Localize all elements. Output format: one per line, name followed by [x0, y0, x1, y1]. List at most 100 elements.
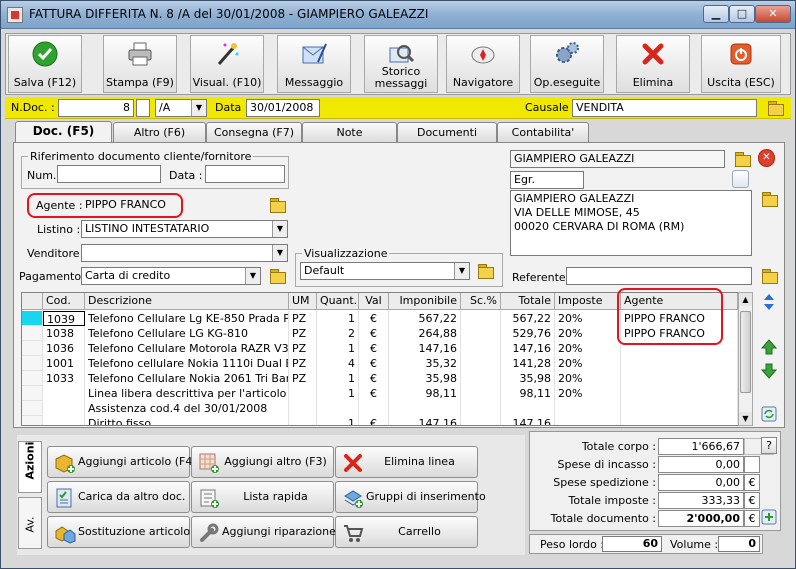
operations-done-button[interactable]: Op.eseguite — [530, 35, 604, 93]
grid-cell[interactable] — [43, 386, 85, 401]
grid-cell[interactable]: 1 — [317, 416, 359, 425]
grid-cell[interactable]: 35,98 — [389, 371, 461, 386]
grid-cell[interactable]: PZ — [289, 341, 317, 356]
grid-cell[interactable]: PZ — [289, 356, 317, 371]
exit-button[interactable]: Uscita (ESC) — [701, 35, 781, 93]
grid-cell[interactable] — [461, 341, 501, 356]
grid-cell[interactable] — [501, 401, 555, 416]
grid-cell[interactable]: 20% — [555, 311, 621, 326]
grid-cell[interactable] — [461, 311, 501, 326]
sort-arrows-icon[interactable] — [761, 293, 777, 311]
grid-cell[interactable] — [389, 401, 461, 416]
grid-cell[interactable]: 1001 — [43, 356, 85, 371]
view-select[interactable]: Default ▼ — [300, 262, 470, 280]
date-field[interactable]: 30/01/2008 — [246, 99, 320, 117]
grid-cell[interactable] — [289, 386, 317, 401]
grid-cell[interactable] — [555, 401, 621, 416]
message-button[interactable]: Messaggio — [277, 35, 351, 93]
grid-cell[interactable]: 147,16 — [389, 341, 461, 356]
replace-article-button[interactable]: Sostituzione articolo — [47, 516, 190, 548]
folder-icon[interactable] — [767, 100, 784, 116]
delete-line-button[interactable]: Elimina linea — [335, 446, 478, 478]
spese-incasso-value[interactable]: 0,00 — [658, 456, 744, 473]
grid-cell[interactable]: 567,22 — [389, 311, 461, 326]
grid-cell[interactable]: € — [359, 341, 389, 356]
minimize-button[interactable]: ▁ — [703, 5, 729, 23]
row-selector[interactable] — [22, 386, 43, 401]
grid-cell[interactable]: Assistenza cod.4 del 30/01/2008 — [85, 401, 289, 416]
grid-cell[interactable]: 1 — [317, 311, 359, 326]
ref-date-field[interactable] — [205, 165, 285, 183]
add-repair-button[interactable]: Aggiungi riparazione — [191, 516, 336, 548]
referente-field[interactable] — [566, 267, 752, 285]
tab-azioni[interactable]: Azioni — [18, 441, 42, 493]
grid-cell[interactable]: € — [359, 326, 389, 341]
preview-button[interactable]: Visual. (F10) — [190, 35, 264, 93]
col-header-val[interactable]: Val — [359, 293, 389, 310]
grid-cell[interactable]: € — [359, 311, 389, 326]
row-selector[interactable] — [22, 416, 43, 425]
address-folder-icon[interactable] — [761, 191, 778, 207]
grid-scrollbar[interactable]: ▲ ▼ — [738, 292, 753, 426]
col-header-quant[interactable]: Quant. — [317, 293, 359, 310]
col-header-totale[interactable]: Totale — [501, 293, 555, 310]
grid-cell[interactable] — [621, 371, 738, 386]
grid-cell[interactable] — [43, 416, 85, 425]
grid-cell[interactable] — [317, 401, 359, 416]
grid-cell[interactable]: 2 — [317, 326, 359, 341]
customer-address-box[interactable]: GIAMPIERO GALEAZZI VIA DELLE MIMOSE, 45 … — [510, 190, 752, 256]
col-header-imponibile[interactable]: Imponibile — [389, 293, 461, 310]
grid-cell[interactable]: 20% — [555, 386, 621, 401]
grid-cell[interactable]: € — [359, 386, 389, 401]
col-header-sconto[interactable]: Sc.% — [461, 293, 501, 310]
grid-cell[interactable]: 147,16 — [501, 416, 555, 425]
clear-customer-icon[interactable]: ✕ — [758, 149, 775, 167]
referente-folder-icon[interactable] — [761, 268, 778, 284]
grid-cell[interactable]: Linea libera descrittiva per l'articolo — [85, 386, 289, 401]
grid-cell[interactable]: Diritto fisso — [85, 416, 289, 425]
col-header-um[interactable]: UM — [289, 293, 317, 310]
customer-title-field[interactable]: Egr. — [510, 171, 584, 189]
grid-cell[interactable] — [461, 356, 501, 371]
grid-cell[interactable]: 147,16 — [501, 341, 555, 356]
tab-contabilita[interactable]: Contabilita' — [497, 122, 589, 142]
col-header-imposte[interactable]: Imposte — [555, 293, 621, 310]
grid-cell[interactable]: 567,22 — [501, 311, 555, 326]
quick-list-button[interactable]: Lista rapida — [191, 481, 334, 513]
grid-cell[interactable] — [621, 416, 738, 425]
scroll-thumb[interactable] — [740, 311, 751, 393]
customer-name-field[interactable]: GIAMPIERO GALEAZZI — [510, 150, 725, 168]
num-field[interactable] — [57, 165, 161, 183]
col-header-cod[interactable]: Cod. — [43, 293, 85, 310]
grid-cell[interactable]: 1 — [317, 386, 359, 401]
grid-cell[interactable]: 4 — [317, 356, 359, 371]
grid-cell[interactable] — [289, 401, 317, 416]
close-window-button[interactable]: ✕ — [755, 5, 791, 23]
view-folder-icon[interactable] — [477, 263, 494, 279]
spese-spedizione-value[interactable]: 0,00 — [658, 474, 744, 491]
grid-cell[interactable]: 264,88 — [389, 326, 461, 341]
grid-cell[interactable] — [461, 416, 501, 425]
help-button[interactable]: ? — [761, 437, 777, 454]
add-total-icon[interactable] — [761, 509, 777, 525]
scroll-down-icon[interactable]: ▼ — [739, 412, 752, 425]
grid-cell[interactable]: 20% — [555, 341, 621, 356]
listino-select[interactable]: LISTINO INTESTATARIO ▼ — [81, 220, 288, 238]
move-down-icon[interactable] — [761, 363, 777, 379]
grid-cell[interactable]: 1038 — [43, 326, 85, 341]
scroll-up-icon[interactable]: ▲ — [739, 293, 752, 306]
delete-button[interactable]: Elimina — [616, 35, 690, 93]
tab-doc[interactable]: Doc. (F5) — [15, 121, 112, 143]
grid-cell[interactable]: PZ — [289, 326, 317, 341]
tab-documenti[interactable]: Documenti — [397, 122, 497, 142]
row-selector[interactable] — [22, 326, 43, 341]
load-from-doc-button[interactable]: Carica da altro doc. — [47, 481, 190, 513]
grid-cell[interactable]: PZ — [289, 371, 317, 386]
grid-cell[interactable]: Telefono cellulare Nokia 1110i Dual Ba..… — [85, 356, 289, 371]
print-button[interactable]: Stampa (F9) — [103, 35, 177, 93]
col-header-descrizione[interactable]: Descrizione — [85, 293, 289, 310]
grid-cell[interactable] — [43, 401, 85, 416]
grid-cell[interactable]: Telefono Cellulare Motorola RAZR V3 — [85, 341, 289, 356]
row-selector[interactable] — [22, 356, 43, 371]
grid-cell[interactable] — [621, 401, 738, 416]
